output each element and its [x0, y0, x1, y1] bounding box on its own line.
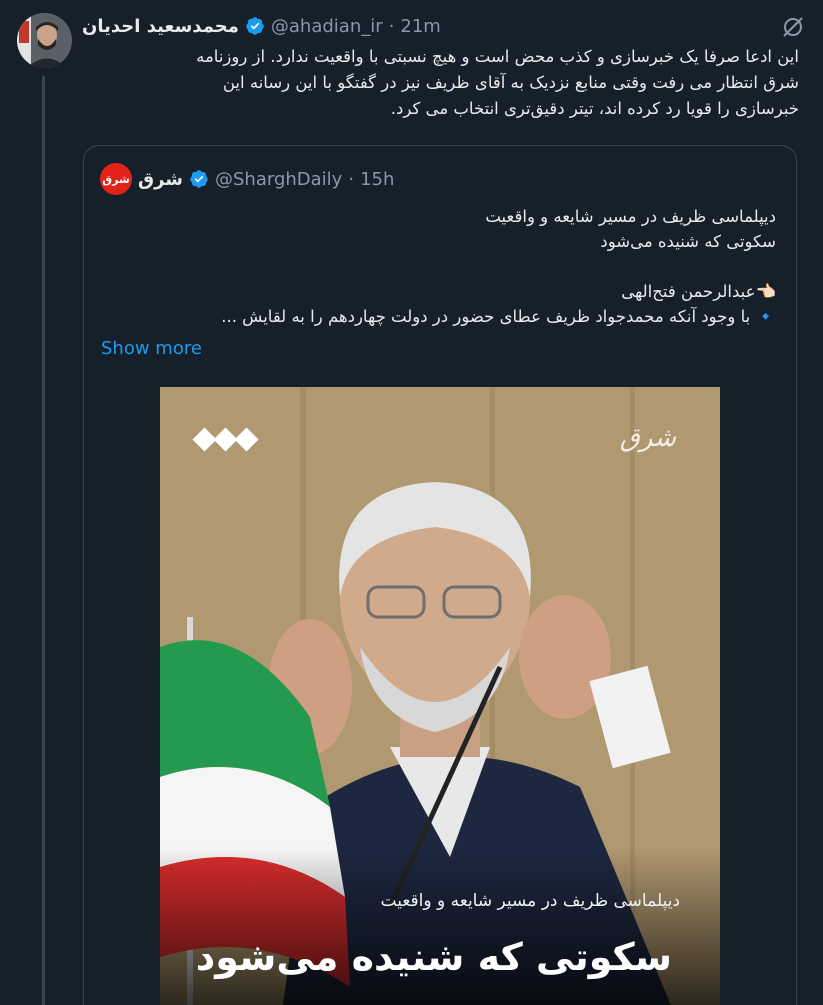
tweet[interactable]: محمدسعید احدیان @ahadian_ir · 21m این اد… [0, 0, 823, 1005]
shargh-logo: شرق [619, 423, 676, 453]
quoted-media-image[interactable]: شرق دیپلماسی ظریف در مسیر شایعه و واقعیت… [160, 387, 720, 1005]
media-dots-logo [192, 427, 259, 452]
quoted-avatar[interactable]: شرق [100, 163, 132, 195]
tweet-text-line: این ادعا صرفا یک خبرسازی و کذب محض است و… [196, 47, 799, 66]
quoted-text-line: دیپلماسی ظریف در مسیر شایعه و واقعیت [485, 207, 776, 226]
quoted-text-line: 👈🏻عبدالرحمن فتح‌الهی [621, 282, 776, 301]
quoted-tweet-time[interactable]: 15h [360, 169, 394, 190]
tweet-header: محمدسعید احدیان @ahadian_ir · 21m [82, 13, 441, 39]
quoted-tweet[interactable]: شرق شرق @SharghDaily · 15h دیپلماسی ظریف… [83, 145, 797, 1005]
quoted-author-handle[interactable]: @SharghDaily [215, 169, 342, 190]
media-caption-title: سکوتی که شنیده می‌شود [195, 935, 672, 979]
quoted-tweet-header: شرق شرق @SharghDaily · 15h [100, 163, 394, 195]
quoted-text-line: 🔹 با وجود آنکه محمدجواد ظریف عطای حضور د… [221, 307, 776, 326]
quoted-avatar-text: شرق [102, 172, 130, 186]
quoted-tweet-text: دیپلماسی ظریف در مسیر شایعه و واقعیت سکو… [106, 204, 776, 329]
verified-badge-icon [246, 17, 264, 35]
verified-badge-icon [190, 170, 208, 188]
quoted-text-line: سکوتی که شنیده می‌شود [600, 232, 776, 251]
author-name[interactable]: محمدسعید احدیان [82, 16, 239, 37]
tweet-text: این ادعا صرفا یک خبرسازی و کذب محض است و… [79, 44, 799, 122]
photo-illustration [160, 387, 720, 1005]
separator-dot: · [388, 15, 395, 37]
avatar[interactable] [17, 13, 72, 68]
tweet-text-line: شرق انتظار می رفت وقتی منابع نزدیک به آق… [222, 73, 799, 92]
media-caption-subtitle: دیپلماسی ظریف در مسیر شایعه و واقعیت [380, 891, 680, 911]
tweet-text-line: خبرسازی را قویا رد کرده اند، تیتر دقیق‌ت… [390, 99, 799, 118]
separator-dot: · [348, 168, 355, 190]
tweet-time[interactable]: 21m [400, 16, 440, 37]
thread-line [42, 76, 45, 1005]
author-handle[interactable]: @ahadian_ir [271, 16, 383, 37]
hide-icon[interactable] [780, 14, 806, 40]
quoted-author-name[interactable]: شرق [138, 169, 183, 190]
show-more-link[interactable]: Show more [101, 338, 202, 359]
